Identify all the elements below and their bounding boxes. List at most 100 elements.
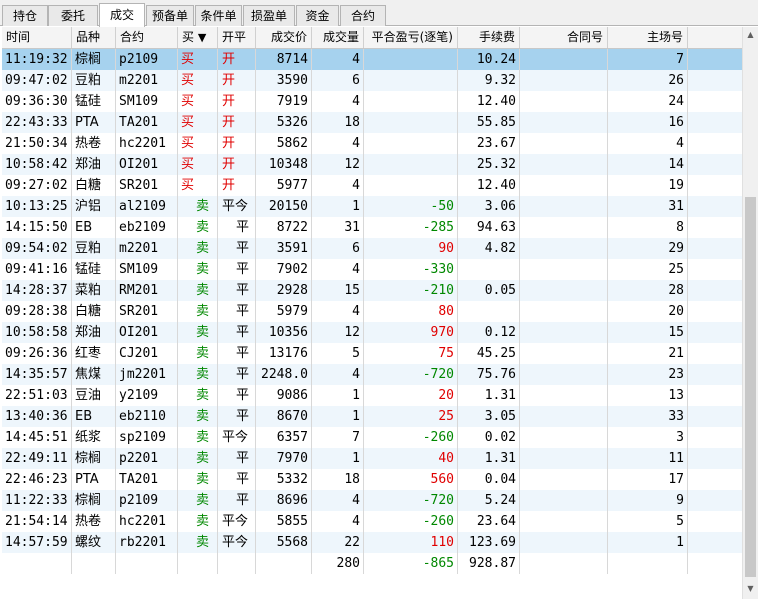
cell-variety: 棕榈	[72, 49, 116, 70]
scroll-down-icon[interactable]: ▼	[743, 581, 758, 597]
table-row[interactable]: 22:49:11 棕榈 p2201 卖平 7970 1 40 1.31 11	[2, 448, 742, 469]
cell-price: 8696	[256, 490, 312, 511]
table-row[interactable]: 11:19:32 棕榈 p2109 买开 8714 4 10.24 7	[2, 49, 742, 70]
header-open-close[interactable]: 开平	[218, 27, 256, 48]
table-row[interactable]: 22:51:03 豆油 y2109 卖平 9086 1 20 1.31 13	[2, 385, 742, 406]
cell-price: 10348	[256, 154, 312, 175]
header-seat-no[interactable]: 主场号	[608, 27, 688, 48]
tab-contracts[interactable]: 合约	[340, 5, 386, 26]
table-row[interactable]: 10:58:58 郑油 OI201 卖平 10356 12 970 0.12 15	[2, 322, 742, 343]
cell-pnl	[364, 133, 458, 154]
header-price[interactable]: 成交价	[256, 27, 312, 48]
table-row[interactable]: 11:22:33 棕榈 p2109 卖平 8696 4 -720 5.24 9	[2, 490, 742, 511]
header-order-no[interactable]: 合同号	[520, 27, 608, 48]
total-empty-cell	[72, 553, 116, 574]
cell-order-no	[520, 427, 608, 448]
table-row[interactable]: 14:57:59 螺纹 rb2201 卖平今 5568 22 110 123.69 1	[2, 532, 742, 553]
cell-order-no	[520, 448, 608, 469]
table-row[interactable]: 09:54:02 豆粕 m2201 卖平 3591 6 90 4.82 29	[2, 238, 742, 259]
row-filler	[688, 238, 742, 259]
table-row[interactable]: 09:41:16 锰硅 SM109 卖平 7902 4 -330 25	[2, 259, 742, 280]
tab-prepared[interactable]: 预备单	[146, 5, 194, 26]
cell-contract: hc2201	[116, 511, 178, 532]
scroll-up-icon[interactable]: ▲	[743, 27, 758, 43]
table-row[interactable]: 09:28:38 白糖 SR201 卖平 5979 4 80 20	[2, 301, 742, 322]
table-row[interactable]: 09:27:02 白糖 SR201 买开 5977 4 12.40 19	[2, 175, 742, 196]
header-time[interactable]: 时间	[2, 27, 72, 48]
cell-fee	[458, 259, 520, 280]
vertical-scrollbar[interactable]: ▲ ▼	[742, 27, 758, 599]
cell-side: 卖	[178, 301, 218, 322]
cell-variety: 白糖	[72, 301, 116, 322]
cell-variety: 郑油	[72, 322, 116, 343]
table-row[interactable]: 09:36:30 锰硅 SM109 买开 7919 4 12.40 24	[2, 91, 742, 112]
table-row[interactable]: 14:35:57 焦煤 jm2201 卖平 2248.0 4 -720 75.76 23	[2, 364, 742, 385]
cell-time: 22:46:23	[2, 469, 72, 490]
header-label: 合同号	[566, 30, 603, 44]
cell-seat-no: 15	[608, 322, 688, 343]
tab-trades[interactable]: 成交	[99, 3, 145, 27]
cell-open-close: 平	[218, 490, 256, 511]
cell-contract: al2109	[116, 196, 178, 217]
tab-conditional[interactable]: 条件单	[195, 5, 242, 26]
header-fee[interactable]: 手续费	[458, 27, 520, 48]
tab-funds[interactable]: 资金	[296, 5, 339, 26]
tab-orders[interactable]: 委托	[48, 5, 98, 26]
tab-stop-profit[interactable]: 损盈单	[243, 5, 295, 26]
cell-variety: 棕榈	[72, 448, 116, 469]
header-label: 品种	[76, 30, 101, 44]
header-side[interactable]: 买 ▼	[178, 27, 218, 48]
table-row[interactable]: 09:26:36 红枣 CJ201 卖平 13176 5 75 45.25 21	[2, 343, 742, 364]
scroll-thumb[interactable]	[745, 197, 756, 577]
row-filler	[688, 133, 742, 154]
cell-seat-no: 7	[608, 49, 688, 70]
cell-seat-no: 23	[608, 364, 688, 385]
table-row[interactable]: 14:28:37 菜粕 RM201 卖平 2928 15 -210 0.05 28	[2, 280, 742, 301]
header-variety[interactable]: 品种	[72, 27, 116, 48]
cell-side: 卖	[178, 448, 218, 469]
cell-quantity: 6	[312, 70, 364, 91]
cell-open-close: 平今	[218, 532, 256, 553]
cell-pnl: 75	[364, 343, 458, 364]
table-row[interactable]: 10:58:42 郑油 OI201 买开 10348 12 25.32 14	[2, 154, 742, 175]
table-row[interactable]: 14:15:50 EB eb2109 卖平 8722 31 -285 94.63 8	[2, 217, 742, 238]
table-row[interactable]: 22:43:33 PTA TA201 买开 5326 18 55.85 16	[2, 112, 742, 133]
row-filler	[688, 427, 742, 448]
cell-time: 14:57:59	[2, 532, 72, 553]
cell-fee: 1.31	[458, 385, 520, 406]
header-label: 成交价	[270, 30, 307, 44]
header-quantity[interactable]: 成交量	[312, 27, 364, 48]
cell-seat-no: 5	[608, 511, 688, 532]
cell-order-no	[520, 469, 608, 490]
cell-quantity: 1	[312, 406, 364, 427]
header-label: 时间	[6, 30, 31, 44]
table-row[interactable]: 09:47:02 豆粕 m2201 买开 3590 6 9.32 26	[2, 70, 742, 91]
cell-time: 09:54:02	[2, 238, 72, 259]
cell-variety: 锰硅	[72, 259, 116, 280]
cell-fee: 123.69	[458, 532, 520, 553]
cell-seat-no: 20	[608, 301, 688, 322]
cell-fee: 23.67	[458, 133, 520, 154]
cell-price: 7902	[256, 259, 312, 280]
cell-seat-no: 11	[608, 448, 688, 469]
cell-price: 9086	[256, 385, 312, 406]
table-row[interactable]: 14:45:51 纸浆 sp2109 卖平今 6357 7 -260 0.02 3	[2, 427, 742, 448]
header-contract[interactable]: 合约	[116, 27, 178, 48]
cell-seat-no: 33	[608, 406, 688, 427]
tab-position[interactable]: 持仓	[2, 5, 48, 26]
cell-quantity: 4	[312, 91, 364, 112]
table-row[interactable]: 10:13:25 沪铝 al2109 卖平今 20150 1 -50 3.06 31	[2, 196, 742, 217]
cell-variety: PTA	[72, 469, 116, 490]
table-row[interactable]: 13:40:36 EB eb2110 卖平 8670 1 25 3.05 33	[2, 406, 742, 427]
header-pnl[interactable]: 平合盈亏(逐笔)	[364, 27, 458, 48]
cell-quantity: 18	[312, 112, 364, 133]
table-row[interactable]: 22:46:23 PTA TA201 卖平 5332 18 560 0.04 17	[2, 469, 742, 490]
cell-time: 10:58:58	[2, 322, 72, 343]
cell-order-no	[520, 406, 608, 427]
table-row[interactable]: 21:54:14 热卷 hc2201 卖平今 5855 4 -260 23.64 5	[2, 511, 742, 532]
cell-fee: 3.06	[458, 196, 520, 217]
cell-open-close: 平今	[218, 511, 256, 532]
table-row[interactable]: 21:50:34 热卷 hc2201 买开 5862 4 23.67 4	[2, 133, 742, 154]
cell-contract: eb2109	[116, 217, 178, 238]
cell-pnl: -720	[364, 364, 458, 385]
